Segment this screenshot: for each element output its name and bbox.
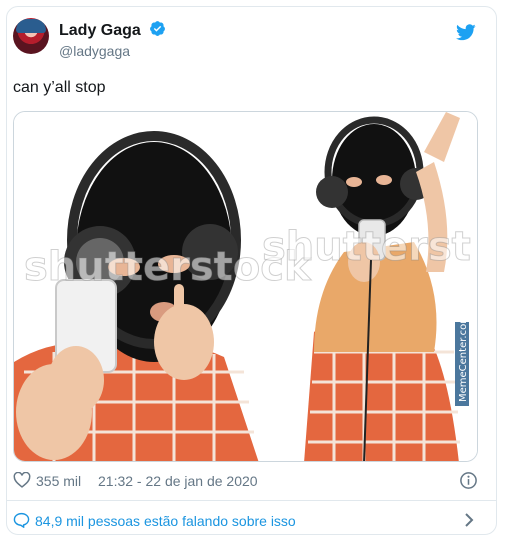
- side-credit: MemeCenter.com: [458, 314, 469, 402]
- tweet-timestamp[interactable]: 21:32 - 22 de jan de 2020: [98, 473, 258, 489]
- conversation-link[interactable]: 84,9 mil pessoas estão falando sobre iss…: [13, 510, 478, 530]
- heart-icon[interactable]: [13, 472, 31, 488]
- avatar[interactable]: [13, 18, 49, 54]
- twitter-bird-icon[interactable]: [456, 24, 476, 41]
- chat-bubble-icon: [13, 512, 30, 528]
- chevron-right-icon[interactable]: [464, 513, 474, 527]
- author-block[interactable]: Lady Gaga @ladygaga: [59, 20, 166, 59]
- tweet-meta: 355 mil 21:32 - 22 de jan de 2020: [13, 471, 478, 491]
- tweet-text: can y’all stop: [13, 79, 106, 96]
- divider: [6, 500, 497, 501]
- display-name[interactable]: Lady Gaga: [59, 22, 141, 39]
- info-icon[interactable]: [459, 471, 478, 490]
- display-name-row[interactable]: Lady Gaga: [59, 20, 166, 40]
- handle[interactable]: @ladygaga: [59, 43, 166, 59]
- verified-badge-icon: [150, 21, 166, 36]
- like-count[interactable]: 355 mil: [36, 473, 81, 489]
- meme-photo: shutterstock shutterst MemeCenter.com: [14, 112, 477, 461]
- tweet-media-image[interactable]: shutterstock shutterst MemeCenter.com: [13, 111, 478, 462]
- tweet-header: Lady Gaga @ladygaga: [13, 18, 478, 59]
- watermark-right: shutterst: [262, 224, 471, 270]
- conversation-text[interactable]: 84,9 mil pessoas estão falando sobre iss…: [35, 513, 296, 529]
